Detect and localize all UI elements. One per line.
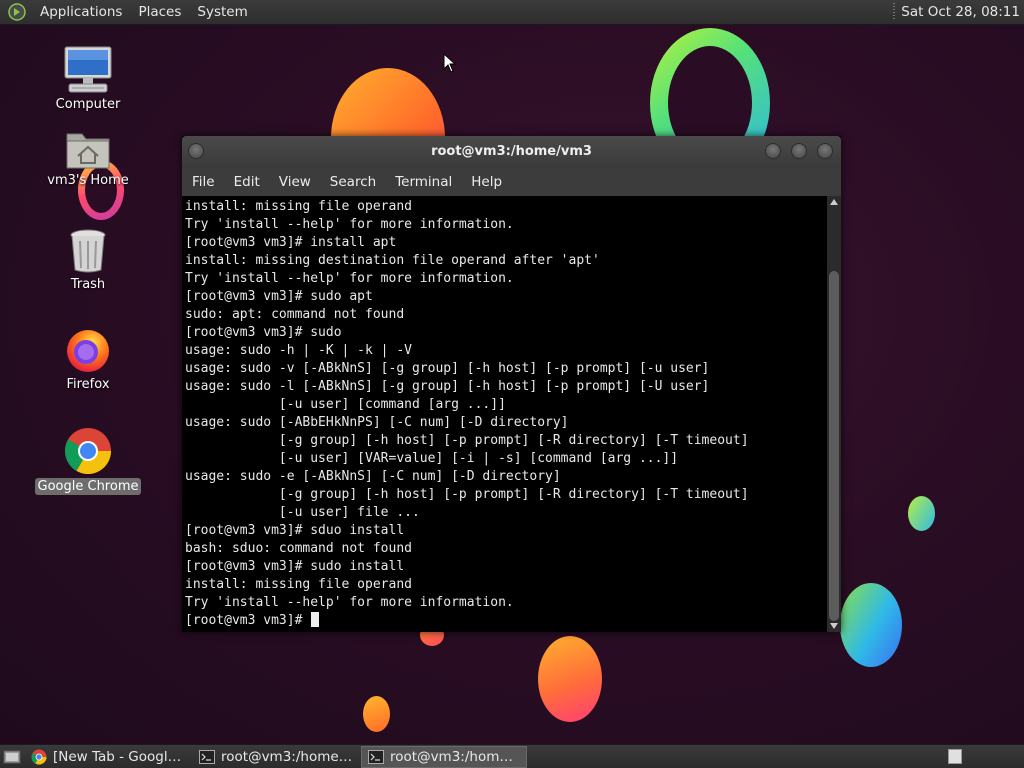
menu-terminal[interactable]: Terminal bbox=[385, 168, 461, 196]
terminal-line: usage: sudo -l [-ABkNnS] [-g group] [-h … bbox=[185, 379, 710, 394]
terminal-line: [root@vm3 vm3]# sudo install bbox=[185, 559, 405, 574]
maximize-button[interactable] bbox=[791, 143, 807, 159]
scrollbar-thumb[interactable] bbox=[829, 271, 839, 621]
desktop-icon-firefox[interactable]: Firefox bbox=[33, 326, 143, 393]
menu-system[interactable]: System bbox=[189, 0, 255, 25]
terminal-line: install: missing file operand bbox=[185, 577, 412, 592]
home-folder-icon bbox=[66, 133, 110, 169]
menu-applications[interactable]: Applications bbox=[32, 0, 130, 25]
computer-icon bbox=[64, 46, 112, 93]
terminal-menubar: File Edit View Search Terminal Help bbox=[182, 168, 841, 196]
terminal-prompt-line[interactable]: [root@vm3 vm3]# bbox=[185, 612, 827, 630]
desktop-icon-trash[interactable]: Trash bbox=[33, 228, 143, 293]
terminal-line: [-u user] file ... bbox=[185, 505, 420, 520]
chrome-icon bbox=[31, 749, 47, 765]
terminal-icon bbox=[368, 749, 384, 764]
terminal-line: Try 'install --help' for more informatio… bbox=[185, 271, 514, 286]
terminal-line: [-u user] [command [arg ...]] bbox=[185, 397, 506, 412]
panel-separator bbox=[893, 3, 896, 21]
trash-icon bbox=[70, 229, 106, 273]
terminal-line: [-g group] [-h host] [-p prompt] [-R dir… bbox=[185, 433, 749, 448]
top-panel: Applications Places System Sat Oct 28, 0… bbox=[0, 0, 1024, 25]
desktop-icon-label: Computer bbox=[55, 97, 121, 112]
terminal-line: Try 'install --help' for more informatio… bbox=[185, 595, 514, 610]
desktop-icon-computer[interactable]: Computer bbox=[33, 46, 143, 113]
firefox-icon bbox=[67, 330, 109, 372]
wallpaper-small-blue-blob bbox=[908, 496, 935, 531]
wallpaper-orange-blob-bottom bbox=[538, 636, 602, 722]
taskbar-item-label: root@vm3:/home/v... bbox=[390, 748, 520, 765]
terminal-line: [root@vm3 vm3]# sudo apt bbox=[185, 289, 373, 304]
taskbar-item-label: root@vm3:/home/v... bbox=[221, 748, 353, 765]
menu-edit[interactable]: Edit bbox=[224, 168, 269, 196]
window-titlebar[interactable]: root@vm3:/home/vm3 bbox=[182, 136, 841, 168]
mouse-pointer-icon bbox=[443, 53, 457, 73]
terminal-line: Try 'install --help' for more informatio… bbox=[185, 217, 514, 232]
terminal-line: [-g group] [-h host] [-p prompt] [-R dir… bbox=[185, 487, 749, 502]
terminal-output[interactable]: install: missing file operand Try 'insta… bbox=[182, 196, 827, 630]
desktop-icon-home[interactable]: vm3's Home bbox=[33, 128, 143, 189]
terminal-line: bash: sduo: command not found bbox=[185, 541, 412, 556]
terminal-line: install: missing destination file operan… bbox=[185, 253, 600, 268]
wallpaper-tiny-orange-blob bbox=[363, 696, 390, 732]
workspace-switcher[interactable] bbox=[948, 749, 962, 764]
terminal-line: usage: sudo -e [-ABkNnS] [-C num] [-D di… bbox=[185, 469, 561, 484]
desktop-icon-chrome[interactable]: Google Chrome bbox=[33, 426, 143, 495]
menu-search[interactable]: Search bbox=[320, 168, 385, 196]
desktop-icon-label: Firefox bbox=[66, 377, 110, 392]
terminal-cursor bbox=[311, 612, 320, 627]
menu-view[interactable]: View bbox=[269, 168, 320, 196]
terminal-line: sudo: apt: command not found bbox=[185, 307, 405, 322]
show-desktop-icon[interactable] bbox=[3, 749, 21, 765]
chrome-icon bbox=[65, 428, 111, 474]
scroll-down-arrow-icon[interactable] bbox=[830, 623, 838, 629]
terminal-line: [root@vm3 vm3]# sudo bbox=[185, 325, 342, 340]
distro-logo-icon[interactable] bbox=[8, 3, 26, 21]
terminal-line: [-u user] [VAR=value] [-i | -s] [command… bbox=[185, 451, 679, 466]
close-button[interactable] bbox=[817, 143, 833, 159]
terminal-line: [root@vm3 vm3]# install apt bbox=[185, 235, 397, 250]
taskbar-item-label: [New Tab - Google ... bbox=[53, 748, 185, 765]
taskbar-item-terminal-1[interactable]: root@vm3:/home/v... bbox=[193, 746, 359, 768]
scroll-up-arrow-icon[interactable] bbox=[830, 199, 838, 205]
clock[interactable]: Sat Oct 28, 08:11 bbox=[901, 4, 1024, 20]
desktop-icon-label: vm3's Home bbox=[47, 173, 129, 188]
terminal-prompt: [root@vm3 vm3]# bbox=[185, 613, 311, 628]
terminal-line: install: missing file operand bbox=[185, 199, 412, 214]
minimize-button[interactable] bbox=[765, 143, 781, 159]
terminal-scrollbar[interactable] bbox=[827, 196, 841, 632]
desktop-icon-label: Trash bbox=[70, 277, 106, 292]
taskbar-item-terminal-2[interactable]: root@vm3:/home/v... bbox=[361, 745, 527, 768]
menu-places[interactable]: Places bbox=[130, 0, 189, 25]
terminal-icon bbox=[199, 749, 215, 764]
terminal-window[interactable]: root@vm3:/home/vm3 File Edit View Search… bbox=[182, 136, 841, 632]
terminal-line: [root@vm3 vm3]# sduo install bbox=[185, 523, 405, 538]
menu-help[interactable]: Help bbox=[461, 168, 511, 196]
terminal-line: usage: sudo -v [-ABkNnS] [-g group] [-h … bbox=[185, 361, 710, 376]
wallpaper-blue-blob bbox=[840, 583, 902, 667]
bottom-panel: [New Tab - Google ... root@vm3:/home/v..… bbox=[0, 744, 1024, 768]
terminal-line: usage: sudo [-ABbEHkNnPS] [-C num] [-D d… bbox=[185, 415, 569, 430]
taskbar-item-chrome[interactable]: [New Tab - Google ... bbox=[25, 746, 191, 768]
desktop-icon-label: Google Chrome bbox=[34, 478, 142, 495]
terminal-line: usage: sudo -h | -K | -k | -V bbox=[185, 343, 412, 358]
menu-file[interactable]: File bbox=[182, 168, 224, 196]
window-title: root@vm3:/home/vm3 bbox=[431, 144, 592, 159]
